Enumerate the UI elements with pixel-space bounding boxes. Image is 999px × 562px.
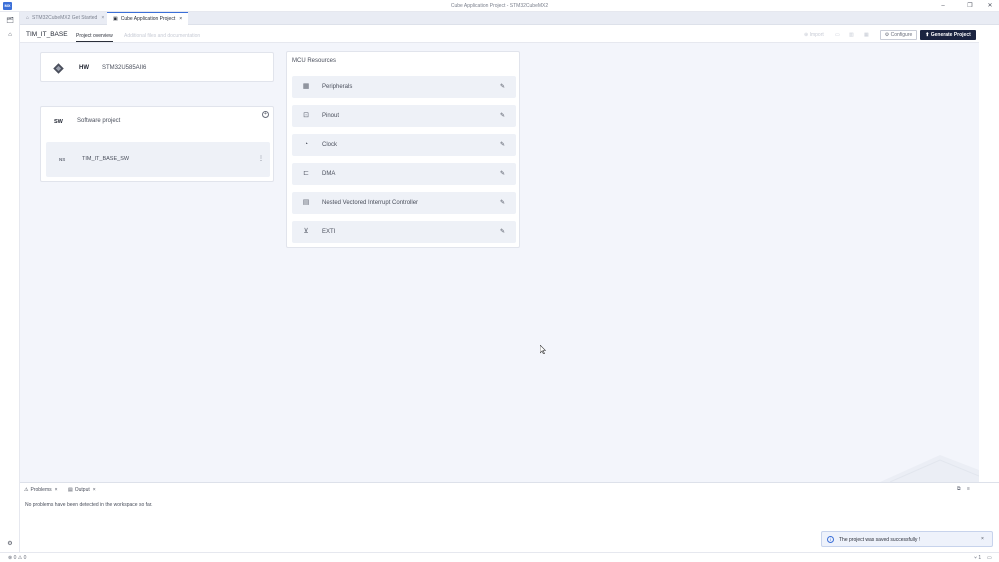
- sw-card: SW Software project + NS TIM_IT_BASE_SW …: [40, 106, 274, 182]
- mcu-part-number: STM32U585AII6: [102, 65, 147, 71]
- import-button[interactable]: ⊕ Import: [804, 32, 824, 38]
- tab-get-started[interactable]: ⌂ STM32CubeMX2 Get Started ×: [20, 12, 110, 25]
- tab-close-icon[interactable]: ×: [179, 16, 182, 22]
- resource-label: Nested Vectored Interrupt Controller: [322, 200, 419, 206]
- settings-gear-icon[interactable]: ⚙: [6, 540, 14, 548]
- layout-icon[interactable]: ▭: [835, 32, 840, 38]
- non-secure-badge: NS: [59, 157, 66, 162]
- resource-label: DMA: [322, 171, 336, 177]
- warning-icon: ⚠: [24, 487, 29, 493]
- split-icon[interactable]: ▥: [849, 32, 854, 38]
- edit-icon[interactable]: ✎: [500, 83, 505, 90]
- resource-label: Clock: [322, 142, 338, 148]
- edit-icon[interactable]: ✎: [500, 141, 505, 148]
- window-title: Cube Application Project - STM32CubeMX2: [450, 3, 549, 9]
- toast-message: The project was saved successfully !: [839, 537, 921, 543]
- restore-button[interactable]: ❐: [963, 1, 977, 11]
- dma-icon: ⊏: [303, 170, 309, 177]
- subtab-project-overview[interactable]: Project overview: [76, 33, 113, 42]
- nvic-icon: ▤: [302, 199, 310, 206]
- background-decoration: [880, 455, 979, 482]
- edit-icon[interactable]: ✎: [500, 170, 505, 177]
- home-icon[interactable]: ⌂: [6, 31, 14, 39]
- copy-icon[interactable]: ⧉: [957, 486, 961, 492]
- tab-close-icon[interactable]: ×: [93, 487, 96, 493]
- projects-icon[interactable]: 🗂: [6, 17, 14, 25]
- problems-message: No problems have been detected in the wo…: [25, 502, 153, 508]
- project-title: TIM_IT_BASE: [26, 31, 68, 38]
- resource-nvic[interactable]: ▤ Nested Vectored Interrupt Controller ✎: [292, 192, 516, 214]
- configure-button[interactable]: ⚙ Configure: [880, 30, 917, 40]
- hw-card[interactable]: HW STM32U585AII6: [40, 52, 274, 82]
- peripherals-icon: ▦: [302, 83, 310, 90]
- info-icon: i: [827, 536, 834, 543]
- resource-label: Peripherals: [322, 84, 353, 90]
- menu-icon[interactable]: ≡: [967, 486, 970, 492]
- tab-output[interactable]: ▤ Output ×: [68, 487, 96, 493]
- resource-pinout[interactable]: ⊡ Pinout ✎: [292, 105, 516, 127]
- output-icon: ▤: [68, 487, 73, 493]
- generate-project-button[interactable]: ⬆ Generate Project: [920, 30, 976, 40]
- more-options-icon[interactable]: ⋮: [258, 155, 264, 162]
- title-bar: MX Cube Application Project - STM32CubeM…: [0, 0, 999, 12]
- chip-icon: [53, 63, 64, 74]
- tab-cube-application-project[interactable]: ▣ Cube Application Project ×: [107, 12, 189, 25]
- mouse-cursor-icon: [540, 345, 546, 354]
- resource-exti[interactable]: ⊻ EXTI ✎: [292, 221, 516, 243]
- resource-label: Pinout: [322, 113, 340, 119]
- tab-close-icon[interactable]: ×: [101, 15, 104, 21]
- panel-tab-label: Problems: [30, 487, 52, 493]
- clock-icon: ◔: [303, 141, 309, 148]
- resource-clock[interactable]: ◔ Clock ✎: [292, 134, 516, 156]
- sw-label: SW: [54, 119, 63, 125]
- activity-bar: 🗂 ⌂ ⚙: [0, 12, 20, 552]
- grid-icon[interactable]: ▦: [864, 32, 869, 38]
- subtab-additional-files[interactable]: Additional files and documentation: [124, 33, 200, 41]
- close-window-button[interactable]: ✕: [983, 1, 997, 11]
- edit-icon[interactable]: ✎: [500, 228, 505, 235]
- tab-label: Cube Application Project: [120, 16, 176, 22]
- save-notification-toast: i The project was saved successfully ! ×: [821, 531, 993, 547]
- project-icon: ▣: [113, 16, 118, 22]
- hw-label: HW: [79, 65, 89, 71]
- mcu-resources-title: MCU Resources: [292, 58, 337, 64]
- tab-label: STM32CubeMX2 Get Started: [32, 15, 98, 21]
- notifications-icon[interactable]: ▭: [987, 555, 992, 561]
- resource-dma[interactable]: ⊏ DMA ✎: [292, 163, 516, 185]
- software-project-name: TIM_IT_BASE_SW: [82, 156, 130, 162]
- project-header: TIM_IT_BASE Project overview Additional …: [20, 25, 979, 43]
- software-project-item[interactable]: NS TIM_IT_BASE_SW ⋮: [46, 142, 270, 177]
- tab-problems[interactable]: ⚠ Problems ×: [24, 487, 58, 493]
- scrollbar[interactable]: [979, 25, 999, 482]
- software-project-title: Software project: [77, 118, 121, 124]
- exti-icon: ⊻: [303, 228, 309, 235]
- edit-icon[interactable]: ✎: [500, 199, 505, 206]
- toast-close-icon[interactable]: ×: [981, 536, 984, 542]
- pinout-icon: ⊡: [303, 112, 309, 119]
- panel-tab-label: Output: [74, 487, 90, 493]
- mcu-resources-card: MCU Resources ▦ Peripherals ✎ ⊡ Pinout ✎…: [286, 51, 520, 248]
- editor-tab-bar: ⌂ STM32CubeMX2 Get Started × ▣ Cube Applica…: [20, 12, 999, 25]
- add-project-button[interactable]: +: [262, 111, 269, 118]
- problem-counts[interactable]: ⊗ 0 ⚠ 0: [8, 555, 26, 561]
- tab-close-icon[interactable]: ×: [55, 487, 58, 493]
- minimize-button[interactable]: –: [936, 1, 950, 11]
- home-icon: ⌂: [26, 15, 30, 21]
- resource-peripherals[interactable]: ▦ Peripherals ✎: [292, 76, 516, 98]
- status-bar: ⊗ 0 ⚠ 0 ⑂ 1 ▭: [0, 552, 999, 562]
- edit-icon[interactable]: ✎: [500, 112, 505, 119]
- resource-label: EXTI: [322, 229, 336, 235]
- source-control-indicator[interactable]: ⑂ 1: [974, 555, 981, 561]
